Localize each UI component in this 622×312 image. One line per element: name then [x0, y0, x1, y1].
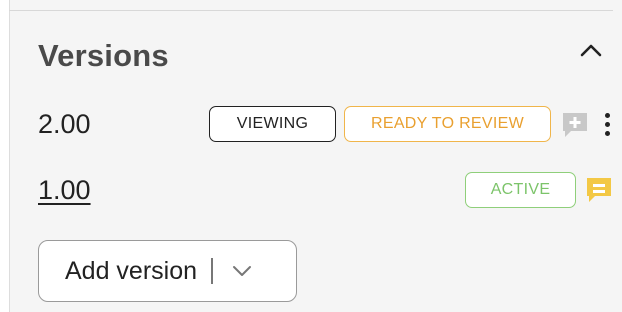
collapse-button[interactable]	[577, 36, 605, 64]
add-version-dropdown[interactable]	[229, 258, 255, 284]
version-row: 1.00 ACTIVE	[38, 172, 618, 212]
chevron-down-icon	[232, 266, 251, 276]
status-badge: ACTIVE	[465, 172, 576, 208]
add-version-label: Add version	[65, 256, 198, 285]
viewing-badge: VIEWING	[209, 106, 336, 142]
more-vertical-icon	[604, 112, 610, 118]
add-version-button[interactable]: Add version	[38, 240, 297, 302]
more-options-button[interactable]	[600, 108, 614, 140]
chevron-up-icon	[580, 44, 602, 57]
version-link[interactable]: 1.00	[38, 175, 91, 206]
comments-button[interactable]	[583, 174, 615, 206]
comment-icon	[587, 178, 611, 202]
divider	[211, 258, 213, 284]
add-comment-button[interactable]	[559, 109, 591, 141]
status-badge: READY TO REVIEW	[344, 106, 551, 142]
panel-title: Versions	[38, 38, 169, 73]
divider	[9, 10, 613, 11]
add-comment-icon	[563, 113, 587, 137]
version-number: 2.00	[38, 109, 91, 139]
version-row: 2.00 VIEWING READY TO REVIEW	[38, 106, 618, 146]
